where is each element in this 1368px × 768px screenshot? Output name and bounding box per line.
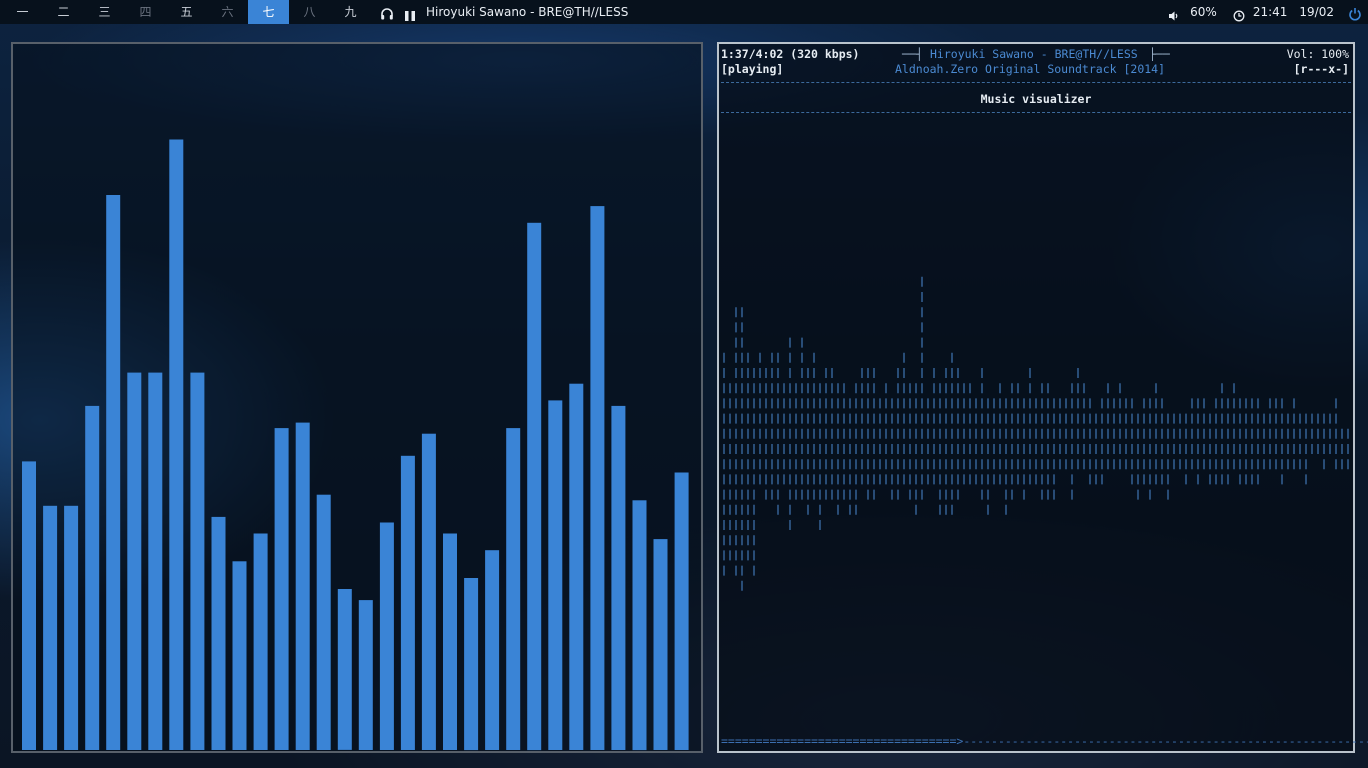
- spectrum-bar: [379, 522, 394, 750]
- spectrum-bar: [653, 539, 668, 750]
- clock-icon: [1233, 6, 1245, 22]
- workspace-2[interactable]: 二: [43, 0, 84, 24]
- workspace-4[interactable]: 四: [125, 0, 166, 24]
- power-icon[interactable]: [1348, 5, 1362, 21]
- album-title: Aldnoah.Zero Original Soundtrack [2014]: [895, 62, 1166, 76]
- playback-time: 1:37/4:02 (320 kbps): [721, 47, 860, 61]
- spectrum-bar: [148, 372, 163, 750]
- spectrum-bar: [548, 400, 563, 750]
- ncmpcpp-window[interactable]: 1:37/4:02 (320 kbps) ──┤ Hiroyuki Sawano…: [717, 42, 1368, 753]
- spectrum-bar: [527, 222, 542, 751]
- title-divider: [721, 112, 1351, 113]
- spectrum-bar: [569, 383, 584, 750]
- spectrum-bar: [22, 461, 36, 750]
- pause-icon[interactable]: [404, 6, 416, 21]
- workspace-6[interactable]: 六: [207, 0, 248, 24]
- spectrum-bars: [22, 139, 689, 751]
- title-left-decor: ──┤: [902, 47, 923, 61]
- workspace-7[interactable]: 七: [248, 0, 289, 24]
- spectrum-bar: [232, 561, 247, 750]
- spectrum-bar: [274, 428, 289, 750]
- ascii-spectrum: [723, 276, 1349, 596]
- volume-indicator: Vol: 100%: [1286, 47, 1349, 61]
- header-divider: [721, 82, 1351, 83]
- spectrum-bar: [253, 533, 268, 750]
- speaker-icon[interactable]: [1168, 6, 1180, 21]
- clock-time: 21:41: [1252, 5, 1288, 19]
- spectrum-bar: [400, 455, 415, 750]
- headphones-icon[interactable]: [380, 5, 394, 20]
- bar-visualizer-window[interactable]: [11, 42, 703, 753]
- spectrum-bar: [169, 139, 184, 750]
- spectrum-bar: [64, 505, 79, 750]
- clock-date: 19/02: [1299, 5, 1334, 19]
- workspace-8[interactable]: 八: [289, 0, 330, 24]
- spectrum-bar: [127, 372, 142, 750]
- screen-title: Music visualizer: [980, 92, 1092, 106]
- title-right-decor: ├──: [1149, 47, 1170, 61]
- spectrum-bar: [506, 428, 521, 750]
- spectrum-bar: [590, 206, 605, 751]
- player-state: [playing]: [721, 62, 784, 76]
- spectrum-bar: [674, 472, 689, 750]
- now-playing-title: Hiroyuki Sawano - BRE@TH//LESS: [426, 5, 629, 19]
- spectrum-bar: [485, 550, 500, 750]
- workspace-1[interactable]: 一: [2, 0, 43, 24]
- mode-flags: [r---x-]: [1293, 62, 1349, 76]
- volume-level: 60%: [1190, 5, 1217, 19]
- workspace-5[interactable]: 五: [166, 0, 207, 24]
- spectrum-bar: [316, 494, 331, 750]
- spectrum-bar: [443, 533, 457, 750]
- media-status: Hiroyuki Sawano - BRE@TH//LESS: [380, 0, 628, 24]
- spectrum-bar: [211, 516, 226, 750]
- spectrum-bar: [611, 405, 626, 750]
- progress-bar[interactable]: ==================================>-----…: [721, 734, 1368, 748]
- spectrum-bar: [190, 372, 205, 750]
- workspace-3[interactable]: 三: [84, 0, 125, 24]
- top-bar: 一二三四五六七八九 Hiroyuki Sawano - BRE@TH//LESS…: [0, 0, 1368, 24]
- spectrum-bar: [295, 422, 310, 750]
- spectrum-bar: [632, 500, 647, 751]
- spectrum-bar: [337, 589, 352, 750]
- song-title: Hiroyuki Sawano - BRE@TH//LESS: [930, 47, 1138, 61]
- spectrum-bar: [421, 433, 436, 750]
- spectrum-bar: [106, 195, 121, 750]
- spectrum-bar: [464, 578, 479, 751]
- status-area: 60% 21:41 19/02: [1168, 0, 1368, 24]
- spectrum-bar: [85, 405, 100, 750]
- spectrum-bar: [43, 505, 58, 750]
- workspace-9[interactable]: 九: [330, 0, 371, 24]
- spectrum-bar: [358, 600, 373, 750]
